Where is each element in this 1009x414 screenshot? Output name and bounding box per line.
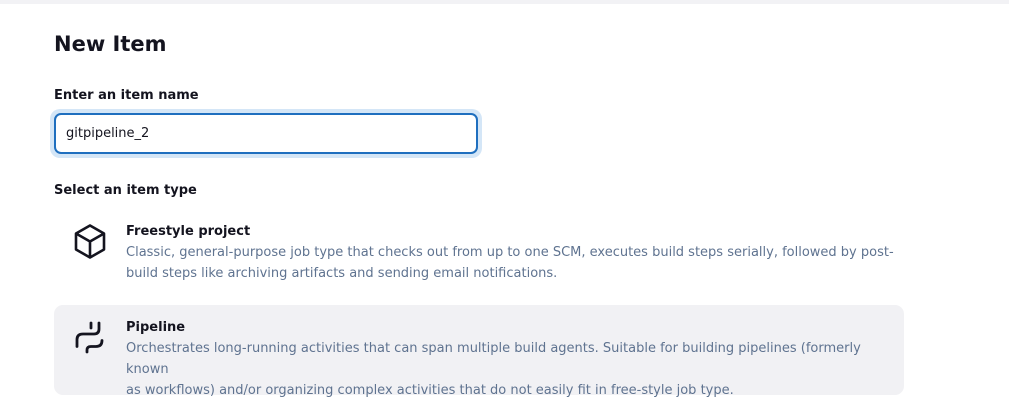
page-title: New Item xyxy=(54,32,167,56)
top-bar xyxy=(0,0,1009,4)
item-name-field-focus-ring xyxy=(50,109,482,158)
item-type-description-line: Classic, general-purpose job type that c… xyxy=(126,245,894,260)
item-type-description: Classic, general-purpose job type that c… xyxy=(126,242,896,284)
item-type-freestyle[interactable]: Freestyle project Classic, general-purpo… xyxy=(54,210,904,296)
item-type-label: Select an item type xyxy=(54,183,197,198)
item-type-description: Orchestrates long-running activities tha… xyxy=(126,338,896,401)
item-name-input[interactable] xyxy=(54,113,478,154)
item-name-label: Enter an item name xyxy=(54,88,199,103)
item-type-description-line: build steps like archiving artifacts and… xyxy=(126,266,558,281)
item-type-pipeline[interactable]: Pipeline Orchestrates long-running activ… xyxy=(54,305,904,398)
pipeline-icon xyxy=(70,317,110,357)
item-type-name: Pipeline xyxy=(126,320,186,335)
item-type-description-line: Orchestrates long-running activities tha… xyxy=(126,341,861,377)
item-type-description-line: as workflows) and/or organizing complex … xyxy=(126,383,734,398)
item-type-name: Freestyle project xyxy=(126,224,251,239)
cube-icon xyxy=(70,222,110,262)
